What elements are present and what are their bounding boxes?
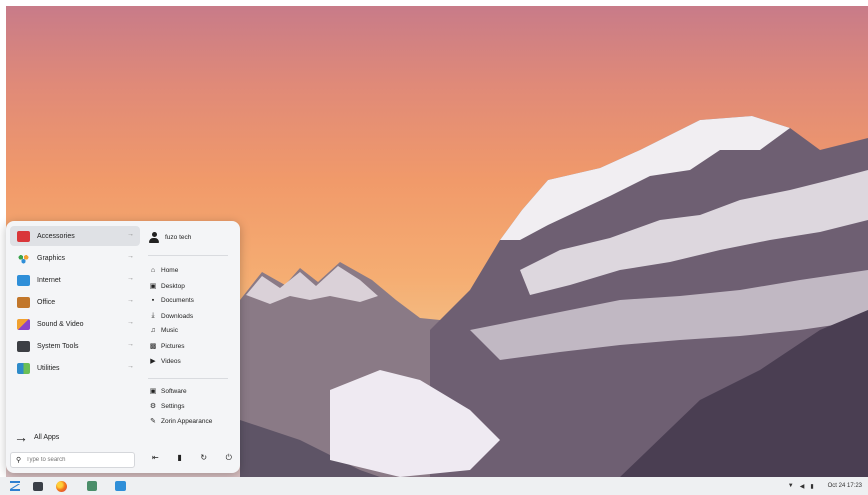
home-icon: ⌂: [150, 267, 156, 274]
category-internet[interactable]: Internet →: [10, 270, 140, 290]
arrow-right-icon: →: [14, 429, 28, 445]
screen-border-top: [0, 0, 868, 6]
category-label: Accessories: [37, 232, 75, 240]
chevron-right-icon: →: [127, 275, 134, 282]
all-apps-button[interactable]: → All Apps: [14, 429, 59, 445]
logout-icon[interactable]: ⇤: [152, 453, 159, 463]
music-icon: ♫: [150, 327, 156, 334]
category-label: System Tools: [37, 342, 79, 350]
link-label: Zorin Appearance: [161, 417, 213, 425]
power-icon[interactable]: ⏻: [226, 453, 232, 463]
place-pictures[interactable]: ▩ Pictures: [149, 342, 185, 351]
taskbar: ▼ ◀ ▮ Oct 24 17:23: [0, 477, 868, 495]
category-label: Graphics: [37, 254, 66, 262]
place-label: Music: [161, 327, 178, 334]
place-label: Desktop: [161, 282, 185, 290]
category-list: Accessories → Graphics → Internet → Offi…: [10, 226, 140, 380]
clock[interactable]: Oct 24 17:23: [828, 483, 862, 489]
palette-icon: [17, 252, 30, 264]
places-panel: fuzo tech ⌂ Home ▣ Desktop ▪ Documents ⤓…: [146, 221, 240, 473]
battery-icon[interactable]: ▮: [810, 483, 813, 490]
category-label: Sound & Video: [37, 320, 84, 328]
place-label: Pictures: [161, 342, 185, 350]
software-store-icon[interactable]: [113, 480, 127, 492]
user-account[interactable]: fuzo tech: [149, 232, 191, 243]
files-icon[interactable]: [86, 480, 98, 492]
category-label: Utilities: [37, 364, 60, 372]
session-actions: ⇤ ▮ ↻ ⏻: [152, 453, 232, 463]
chevron-right-icon: →: [127, 363, 134, 370]
media-icon: [17, 318, 30, 330]
restart-icon[interactable]: ↻: [200, 453, 207, 463]
zorin-menu-icon[interactable]: [8, 480, 22, 492]
all-apps-label: All Apps: [34, 433, 60, 441]
chevron-right-icon: →: [127, 341, 134, 348]
download-icon: ⤓: [151, 312, 155, 319]
chevron-right-icon: →: [127, 297, 134, 304]
category-accessories[interactable]: Accessories →: [10, 226, 140, 246]
search-icon: ⚲: [16, 457, 22, 464]
terminal-icon[interactable]: [32, 480, 44, 492]
appearance-icon: ✎: [150, 418, 156, 425]
briefcase-icon: [17, 296, 30, 308]
chevron-right-icon: →: [127, 319, 134, 326]
category-utilities[interactable]: Utilities →: [10, 358, 140, 378]
link-settings[interactable]: ⚙ Settings: [149, 402, 185, 411]
place-label: Downloads: [161, 312, 194, 320]
video-icon: ▶: [150, 358, 156, 365]
category-office[interactable]: Office →: [10, 292, 140, 312]
place-documents[interactable]: ▪ Documents: [149, 297, 194, 304]
place-label: Videos: [161, 357, 181, 365]
link-zorin-appearance[interactable]: ✎ Zorin Appearance: [149, 417, 213, 426]
category-system-tools[interactable]: System Tools →: [10, 336, 140, 356]
document-icon: ▪: [151, 297, 155, 304]
lock-icon[interactable]: ▮: [177, 453, 181, 463]
system-tray: ▼ ◀ ▮ Oct 24 17:23: [788, 477, 868, 495]
place-music[interactable]: ♫ Music: [149, 327, 178, 334]
volume-icon[interactable]: ◀: [800, 483, 805, 490]
utilities-icon: [17, 362, 30, 374]
toolbox-icon: [17, 230, 30, 242]
category-label: Internet: [37, 276, 61, 284]
place-videos[interactable]: ▶ Videos: [149, 357, 181, 366]
firefox-icon[interactable]: [54, 480, 68, 492]
pictures-icon: ▩: [149, 343, 157, 350]
search-input[interactable]: [26, 457, 122, 463]
place-downloads[interactable]: ⤓ Downloads: [149, 312, 193, 320]
network-icon[interactable]: ▼: [788, 483, 794, 489]
place-label: Documents: [161, 297, 194, 304]
chevron-right-icon: →: [127, 253, 134, 260]
place-desktop[interactable]: ▣ Desktop: [149, 282, 185, 291]
divider: [148, 255, 228, 256]
settings-icon: ⚙: [149, 403, 157, 410]
category-label: Office: [37, 298, 56, 306]
place-label: Home: [161, 267, 179, 274]
desktop-icon: ▣: [149, 283, 157, 290]
link-label: Settings: [161, 402, 185, 410]
place-home[interactable]: ⌂ Home: [149, 267, 178, 274]
software-icon: ▣: [149, 388, 157, 395]
category-graphics[interactable]: Graphics →: [10, 248, 140, 268]
user-icon: [149, 232, 159, 243]
search-box[interactable]: ⚲: [10, 452, 135, 468]
user-name: fuzo tech: [165, 234, 192, 241]
cloud-icon: [17, 274, 30, 286]
start-menu: Accessories → Graphics → Internet → Offi…: [6, 221, 240, 473]
category-sound-video[interactable]: Sound & Video →: [10, 314, 140, 334]
chevron-right-icon: →: [127, 231, 134, 238]
divider: [148, 378, 228, 379]
monitor-icon: [17, 340, 30, 352]
link-label: Software: [161, 387, 187, 395]
link-software[interactable]: ▣ Software: [149, 387, 187, 396]
